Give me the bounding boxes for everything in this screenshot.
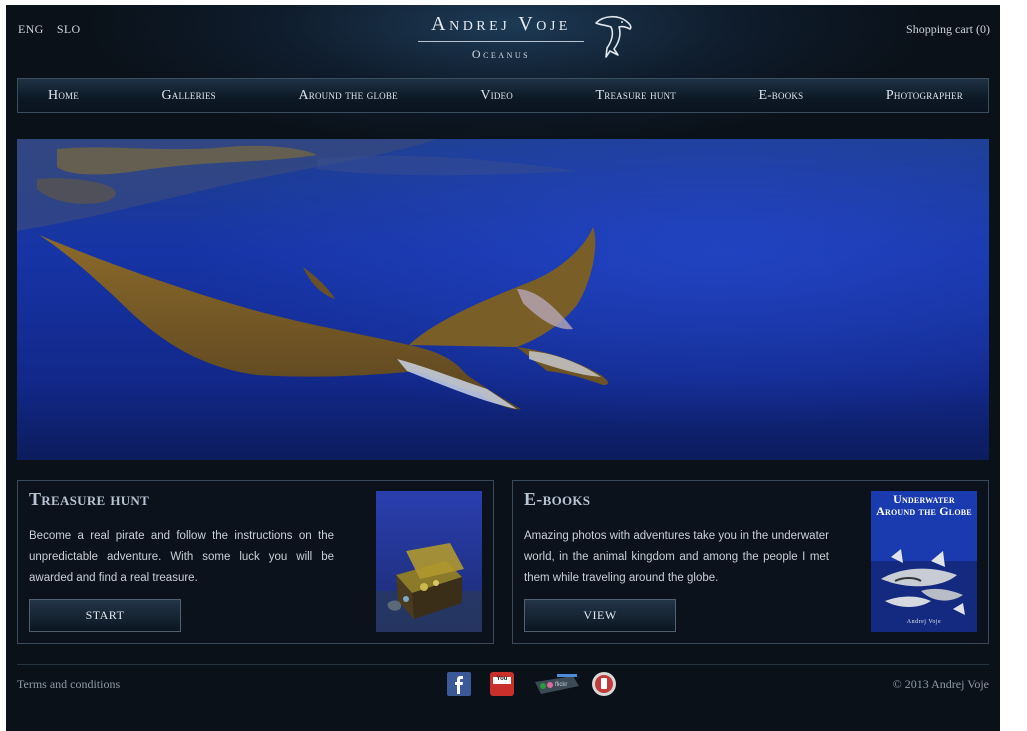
e-books-title: E-books — [524, 489, 591, 509]
flickr-icon-text: flickr — [555, 682, 568, 688]
copyright-text: © 2013 Andrej Voje — [892, 677, 989, 691]
logo-subtitle: Oceanus — [471, 47, 531, 61]
flickr-icon[interactable]: flickr — [533, 672, 581, 696]
e-book-cover-author: Andrej Voje — [906, 619, 942, 625]
language-switcher: ENG SLO — [18, 22, 90, 37]
mobile-app-icon[interactable] — [592, 672, 616, 696]
e-books-description: Amazing photos with adventures take you … — [524, 530, 829, 584]
dolphin-icon — [595, 15, 632, 58]
logo-title: Andrej Voje — [431, 13, 571, 35]
youtube-icon-text: You — [496, 676, 508, 682]
nav-around-the-globe[interactable]: Around the globe — [298, 87, 397, 104]
treasure-hunt-title: Treasure hunt — [29, 489, 150, 509]
nav-photographer[interactable]: Photographer — [886, 87, 963, 104]
treasure-hunt-panel: Treasure hunt Become a real pirate and f… — [17, 480, 494, 644]
treasure-chest-image[interactable] — [376, 491, 482, 632]
treasure-hunt-description: Become a real pirate and follow the inst… — [29, 530, 334, 584]
manta-ray-photo — [17, 139, 989, 460]
language-eng[interactable]: ENG — [18, 22, 44, 36]
footer-divider — [17, 664, 989, 665]
nav-treasure-hunt[interactable]: Treasure hunt — [596, 87, 676, 104]
logo-divider — [418, 41, 584, 42]
shopping-cart-link[interactable]: Shopping cart (0) — [906, 22, 990, 37]
nav-galleries[interactable]: Galleries — [161, 87, 215, 104]
nav-video[interactable]: Video — [480, 87, 513, 104]
e-book-cover-title: Underwater Around the Globe — [876, 492, 972, 518]
youtube-icon[interactable]: You — [490, 672, 514, 696]
hero-image — [17, 139, 989, 460]
view-button[interactable]: VIEW — [524, 599, 676, 632]
nav-home[interactable]: Home — [48, 87, 79, 104]
nav-e-books[interactable]: E-books — [759, 87, 804, 104]
page-frame: ENG SLO Andrej Voje Oceanus Shopping car… — [6, 5, 1000, 731]
start-button[interactable]: START — [29, 599, 181, 632]
e-books-panel: E-books Amazing photos with adventures t… — [512, 480, 989, 644]
main-navigation: Home Galleries Around the globe Video Tr… — [17, 78, 989, 113]
language-slo[interactable]: SLO — [57, 22, 81, 36]
terms-and-conditions-link[interactable]: Terms and conditions — [17, 677, 120, 692]
site-logo[interactable]: Andrej Voje Oceanus — [416, 11, 636, 67]
e-book-cover-image[interactable]: Underwater Around the Globe Andrej Voje — [871, 491, 977, 632]
facebook-icon[interactable] — [447, 672, 471, 696]
